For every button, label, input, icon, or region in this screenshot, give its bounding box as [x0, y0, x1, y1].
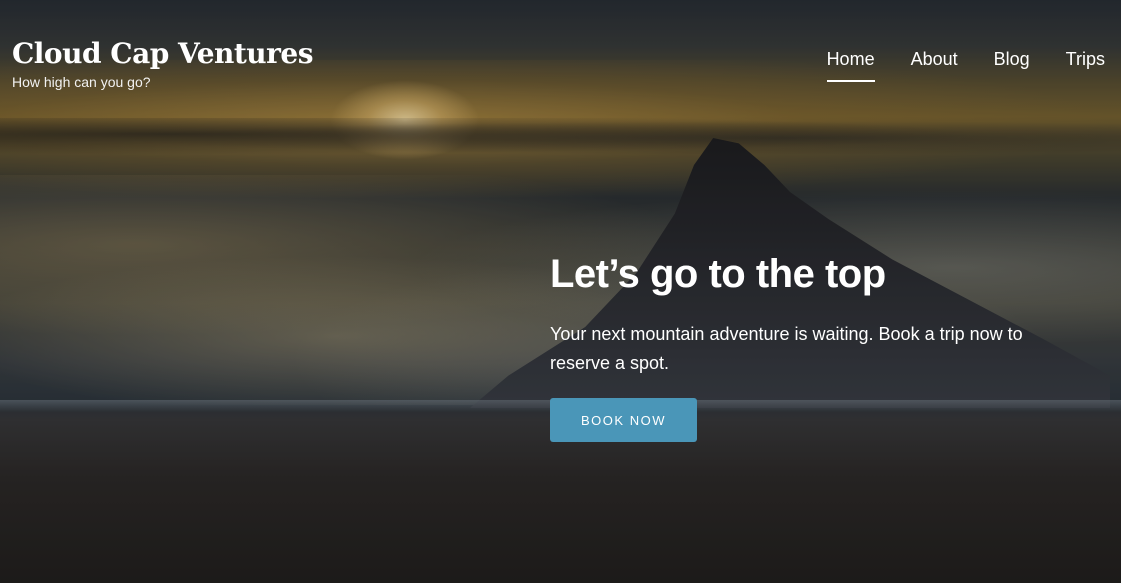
book-now-button[interactable]: BOOK NOW — [550, 398, 697, 442]
hero-section: Cloud Cap Ventures How high can you go? … — [0, 0, 1121, 583]
hero-headline: Let’s go to the top — [550, 252, 886, 296]
nav-item-home[interactable]: Home — [826, 49, 875, 82]
nav-item-about[interactable]: About — [911, 49, 958, 82]
hero-subtext: Your next mountain adventure is waiting.… — [550, 324, 1023, 373]
site-branding: Cloud Cap Ventures How high can you go? — [12, 36, 313, 90]
site-tagline: How high can you go? — [12, 74, 151, 90]
nav-item-blog[interactable]: Blog — [994, 49, 1030, 82]
site-title[interactable]: Cloud Cap Ventures — [12, 36, 313, 72]
nav-item-trips[interactable]: Trips — [1066, 49, 1105, 82]
main-nav: Home About Blog Trips — [791, 49, 1105, 82]
